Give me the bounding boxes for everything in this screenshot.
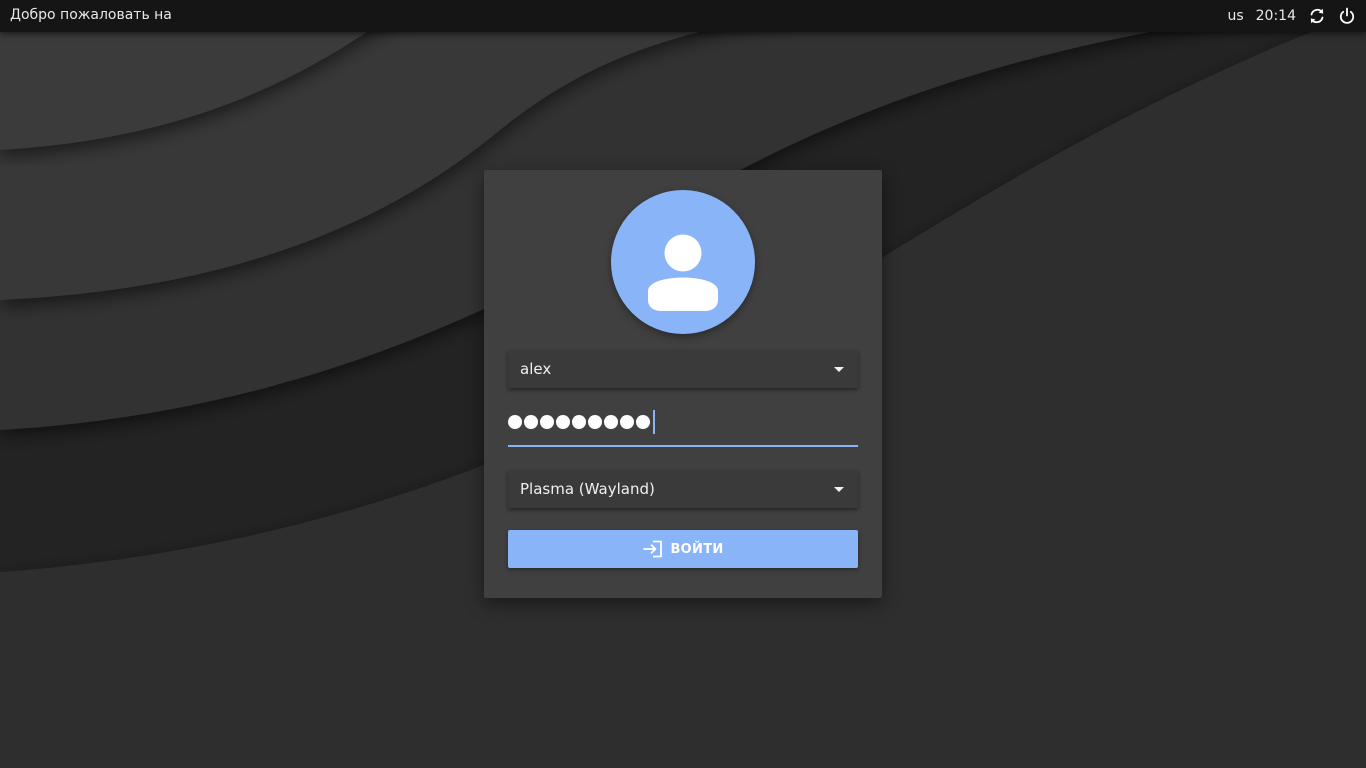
system-tray: us 20:14 — [1227, 0, 1356, 32]
top-bar: Добро пожаловать на us 20:14 — [0, 0, 1366, 32]
username-value: alex — [520, 360, 552, 378]
password-dot — [524, 415, 538, 429]
user-icon — [648, 234, 718, 311]
password-dot — [508, 415, 522, 429]
password-dot — [572, 415, 586, 429]
password-dot — [620, 415, 634, 429]
clock: 20:14 — [1255, 8, 1296, 24]
login-icon — [642, 539, 664, 559]
login-screen: Добро пожаловать на us 20:14 alex Plasma… — [0, 0, 1366, 768]
login-card: alex Plasma (Wayland) ВОЙТИ — [484, 170, 882, 598]
login-button[interactable]: ВОЙТИ — [508, 530, 858, 568]
password-dot — [588, 415, 602, 429]
keyboard-layout-indicator[interactable]: us — [1227, 8, 1243, 24]
welcome-message: Добро пожаловать на — [10, 7, 172, 23]
user-avatar — [611, 190, 755, 334]
password-dot — [540, 415, 554, 429]
chevron-down-icon — [834, 487, 844, 492]
password-dot — [636, 415, 650, 429]
refresh-icon[interactable] — [1308, 7, 1326, 25]
password-dot — [604, 415, 618, 429]
user-select[interactable]: alex — [508, 350, 858, 388]
password-dot — [556, 415, 570, 429]
session-value: Plasma (Wayland) — [520, 480, 655, 498]
password-input[interactable] — [508, 406, 858, 447]
chevron-down-icon — [834, 367, 844, 372]
password-mask — [508, 410, 655, 434]
power-icon[interactable] — [1338, 7, 1356, 25]
login-button-label: ВОЙТИ — [670, 541, 724, 557]
text-cursor — [653, 410, 655, 434]
session-select[interactable]: Plasma (Wayland) — [508, 470, 858, 508]
